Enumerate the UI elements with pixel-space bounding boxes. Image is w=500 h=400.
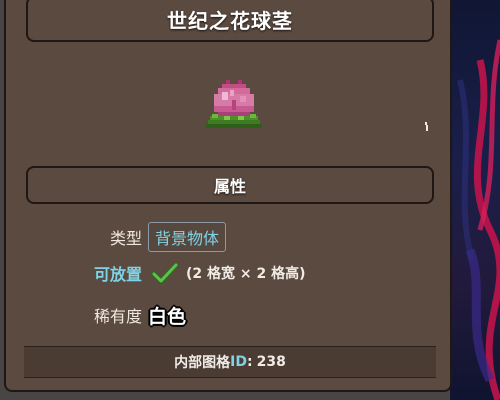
rarity-label: 稀有度 xyxy=(93,307,142,326)
property-row-rarity: 稀有度 白色 xyxy=(66,298,186,332)
plantera-bulb-sprite xyxy=(206,80,262,128)
placeable-size-text: (2 格宽 × 2 格高) xyxy=(186,266,306,282)
property-row-type: 类型 背景物体 xyxy=(66,222,227,252)
internal-id-footer: 内部图格 ID : 238 xyxy=(24,346,436,378)
property-row-placeable: 可放置 (2 格宽 × 2 格高) xyxy=(66,258,306,288)
type-label: 类型 xyxy=(109,229,142,248)
internal-id-colon: : xyxy=(247,354,253,370)
item-title: 世纪之花球茎 xyxy=(167,8,293,33)
internal-id-label-prefix: 内部图格 xyxy=(174,355,231,371)
rarity-value: 白色 xyxy=(148,305,187,328)
item-infobox: 世纪之花球茎 属性 类型 背景物体 可放置 (2 格宽 × 2 格高) 稀有度 … xyxy=(4,0,452,392)
cursor-mark-icon xyxy=(425,122,428,131)
section-header-properties: 属性 xyxy=(26,166,434,204)
background-scene xyxy=(450,0,500,400)
title-box: 世纪之花球茎 xyxy=(26,0,434,42)
placeable-label-link[interactable]: 可放置 xyxy=(66,261,142,285)
section-title: 属性 xyxy=(213,177,246,196)
internal-id-label-link[interactable]: ID xyxy=(230,354,247,370)
type-value-link[interactable]: 背景物体 xyxy=(148,222,227,252)
internal-id-value: 238 xyxy=(256,354,286,370)
background-scene-art xyxy=(457,39,500,400)
check-icon xyxy=(152,262,178,284)
